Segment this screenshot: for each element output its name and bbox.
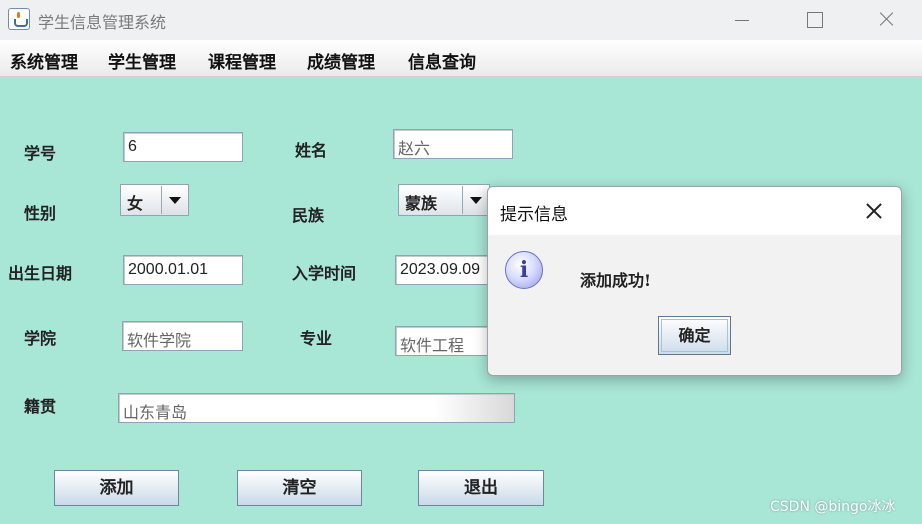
major-label: 专业 bbox=[300, 329, 333, 348]
maximize-button[interactable] bbox=[784, 0, 844, 40]
birth-date-field[interactable]: 2000.01.01 bbox=[123, 255, 243, 285]
java-cup-icon bbox=[8, 8, 30, 30]
college-label: 学院 bbox=[24, 329, 57, 348]
ok-button[interactable]: 确定 bbox=[658, 316, 731, 355]
gender-label: 性别 bbox=[24, 204, 57, 223]
gender-selected-value: 女 bbox=[127, 194, 144, 213]
menu-student[interactable]: 学生管理 bbox=[108, 48, 176, 73]
add-button[interactable]: 添加 bbox=[54, 470, 179, 506]
message-dialog: 提示信息 i 添加成功! 确定 bbox=[487, 186, 902, 376]
chevron-down-icon[interactable] bbox=[462, 186, 488, 214]
menu-query[interactable]: 信息查询 bbox=[408, 48, 476, 73]
ethnicity-label: 民族 bbox=[292, 206, 325, 225]
enroll-date-label: 入学时间 bbox=[292, 264, 357, 283]
dialog-title: 提示信息 bbox=[500, 205, 568, 225]
student-id-label: 学号 bbox=[24, 144, 57, 163]
menu-bar: 系统管理 学生管理 课程管理 成绩管理 信息查询 bbox=[0, 40, 922, 77]
major-field[interactable]: 软件工程 bbox=[395, 326, 495, 356]
dialog-message: 添加成功! bbox=[580, 271, 652, 290]
close-window-button[interactable] bbox=[857, 0, 917, 40]
college-field[interactable]: 软件学院 bbox=[122, 321, 243, 351]
gender-select[interactable]: 女 bbox=[120, 184, 189, 216]
chevron-down-icon[interactable] bbox=[161, 186, 187, 214]
info-icon: i bbox=[505, 251, 543, 289]
menu-course[interactable]: 课程管理 bbox=[208, 48, 276, 73]
hometown-field[interactable]: 山东青岛 bbox=[118, 393, 515, 423]
birth-date-label: 出生日期 bbox=[8, 264, 73, 283]
watermark: CSDN @bingo冰冰 bbox=[770, 499, 896, 515]
exit-button[interactable]: 退出 bbox=[418, 470, 544, 506]
clear-button[interactable]: 清空 bbox=[237, 470, 362, 506]
close-icon[interactable] bbox=[862, 199, 886, 223]
dialog-titlebar: 提示信息 bbox=[488, 187, 901, 235]
enroll-date-field[interactable]: 2023.09.09 bbox=[395, 255, 495, 285]
window-title: 学生信息管理系统 bbox=[38, 13, 167, 32]
hometown-label: 籍贯 bbox=[24, 397, 57, 416]
ethnicity-select[interactable]: 蒙族 bbox=[398, 184, 490, 216]
student-id-field[interactable]: 6 bbox=[123, 132, 243, 162]
name-label: 姓名 bbox=[295, 141, 328, 160]
menu-score[interactable]: 成绩管理 bbox=[307, 48, 375, 73]
menu-system[interactable]: 系统管理 bbox=[10, 48, 78, 73]
ethnicity-selected-value: 蒙族 bbox=[405, 194, 438, 213]
minimize-button[interactable] bbox=[712, 0, 772, 40]
window-titlebar: 学生信息管理系统 bbox=[0, 0, 922, 40]
name-field[interactable]: 赵六 bbox=[393, 129, 513, 159]
